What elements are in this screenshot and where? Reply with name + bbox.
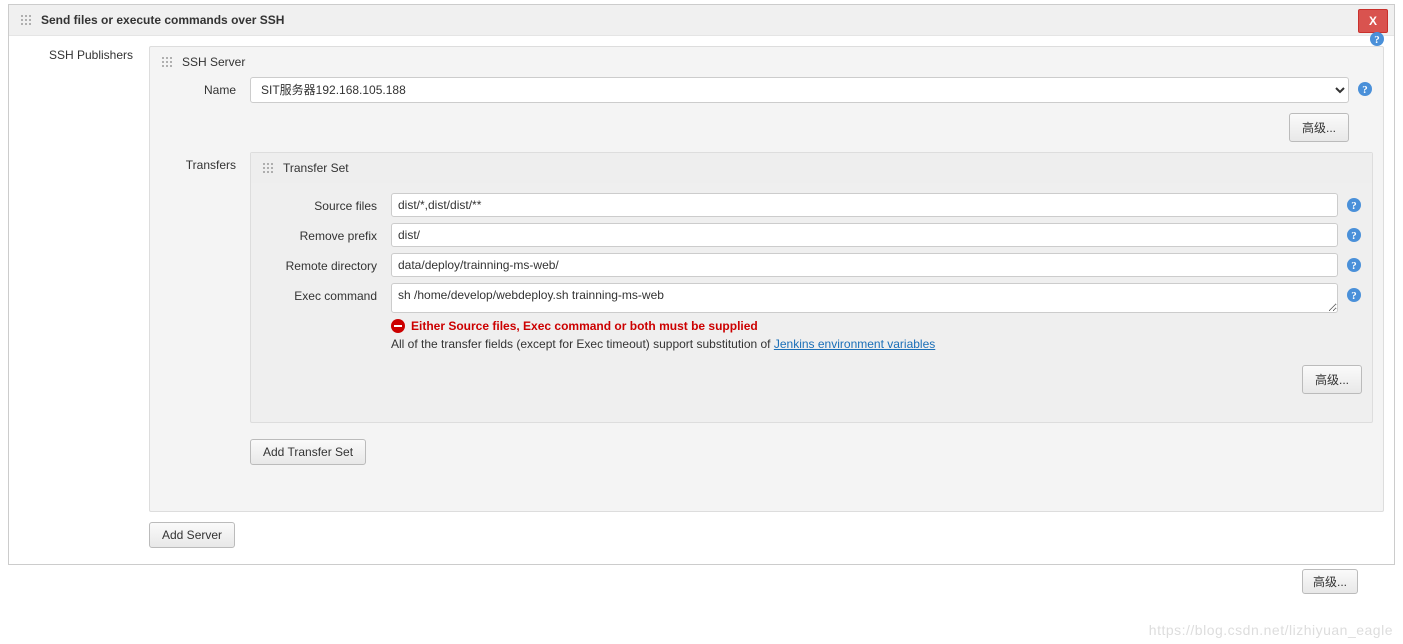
- advanced-button[interactable]: 高级...: [1302, 365, 1362, 394]
- help-icon[interactable]: ?: [1369, 31, 1385, 47]
- advanced-button[interactable]: 高级...: [1289, 113, 1349, 142]
- exec-cmd-input[interactable]: sh /home/develop/webdeploy.sh trainning-…: [391, 283, 1338, 313]
- svg-text:?: ?: [1362, 84, 1368, 96]
- footer-advanced-row: 高级...: [0, 569, 1403, 598]
- svg-text:?: ?: [1351, 230, 1357, 242]
- error-row: Either Source files, Exec command or bot…: [251, 313, 1372, 351]
- exec-cmd-label: Exec command: [261, 283, 391, 303]
- transfer-set-panel: Transfer Set Source files ?: [250, 152, 1373, 423]
- section-title: Send files or execute commands over SSH: [41, 13, 284, 27]
- remove-prefix-row: Remove prefix ?: [251, 217, 1372, 247]
- remote-dir-row: Remote directory ?: [251, 247, 1372, 277]
- add-server-row: Add Server: [149, 512, 1384, 556]
- ssh-publishers-label: SSH Publishers: [19, 46, 149, 556]
- transfer-set-title: Transfer Set: [283, 161, 349, 175]
- watermark: https://blog.csdn.net/lizhiyuan_eagle: [1149, 622, 1393, 638]
- error-icon: [391, 319, 405, 333]
- ssh-advanced-row: 高级...: [150, 103, 1383, 146]
- source-files-input[interactable]: [391, 193, 1338, 217]
- svg-text:?: ?: [1374, 34, 1380, 46]
- remove-prefix-input[interactable]: [391, 223, 1338, 247]
- help-icon[interactable]: ?: [1357, 81, 1373, 97]
- help-icon[interactable]: ?: [1346, 257, 1362, 273]
- name-row: Name SIT服务器192.168.105.188 ?: [150, 71, 1383, 103]
- section-header: Send files or execute commands over SSH: [9, 5, 1394, 36]
- publishers-row: SSH Publishers SSH Server Name SIT服务器192…: [9, 36, 1394, 564]
- svg-text:?: ?: [1351, 200, 1357, 212]
- source-files-label: Source files: [261, 193, 391, 213]
- transfers-row: Transfers Transfer Set Source files: [150, 146, 1383, 423]
- add-server-button[interactable]: Add Server: [149, 522, 235, 548]
- name-label: Name: [160, 77, 250, 97]
- svg-text:?: ?: [1351, 260, 1357, 272]
- ssh-server-panel: SSH Server Name SIT服务器192.168.105.188 ?: [149, 46, 1384, 512]
- source-files-row: Source files ?: [251, 187, 1372, 217]
- help-icon[interactable]: ?: [1346, 197, 1362, 213]
- delete-section-button[interactable]: X: [1358, 9, 1388, 33]
- add-transfer-row: Add Transfer Set: [150, 423, 1383, 465]
- svg-text:?: ?: [1351, 290, 1357, 302]
- transfer-set-header: Transfer Set: [251, 153, 1372, 183]
- exec-cmd-row: Exec command sh /home/develop/webdeploy.…: [251, 277, 1372, 313]
- transfer-advanced-row: 高级...: [251, 351, 1372, 394]
- ssh-server-header: SSH Server: [150, 47, 1383, 71]
- ssh-section: X ? Send files or execute commands over …: [8, 4, 1395, 565]
- help-icon[interactable]: ?: [1346, 287, 1362, 303]
- drag-handle-icon[interactable]: [261, 161, 275, 175]
- remote-dir-label: Remote directory: [261, 253, 391, 273]
- drag-handle-icon[interactable]: [19, 13, 33, 27]
- error-message: Either Source files, Exec command or bot…: [391, 319, 1336, 333]
- ssh-server-title: SSH Server: [182, 55, 245, 69]
- add-transfer-set-button[interactable]: Add Transfer Set: [250, 439, 366, 465]
- hint-text: All of the transfer fields (except for E…: [391, 333, 1336, 351]
- remove-prefix-label: Remove prefix: [261, 223, 391, 243]
- name-select[interactable]: SIT服务器192.168.105.188: [250, 77, 1349, 103]
- remote-dir-input[interactable]: [391, 253, 1338, 277]
- env-vars-link[interactable]: Jenkins environment variables: [774, 337, 935, 351]
- help-icon[interactable]: ?: [1346, 227, 1362, 243]
- advanced-button[interactable]: 高级...: [1302, 569, 1358, 594]
- transfers-label: Transfers: [160, 152, 250, 423]
- drag-handle-icon[interactable]: [160, 55, 174, 69]
